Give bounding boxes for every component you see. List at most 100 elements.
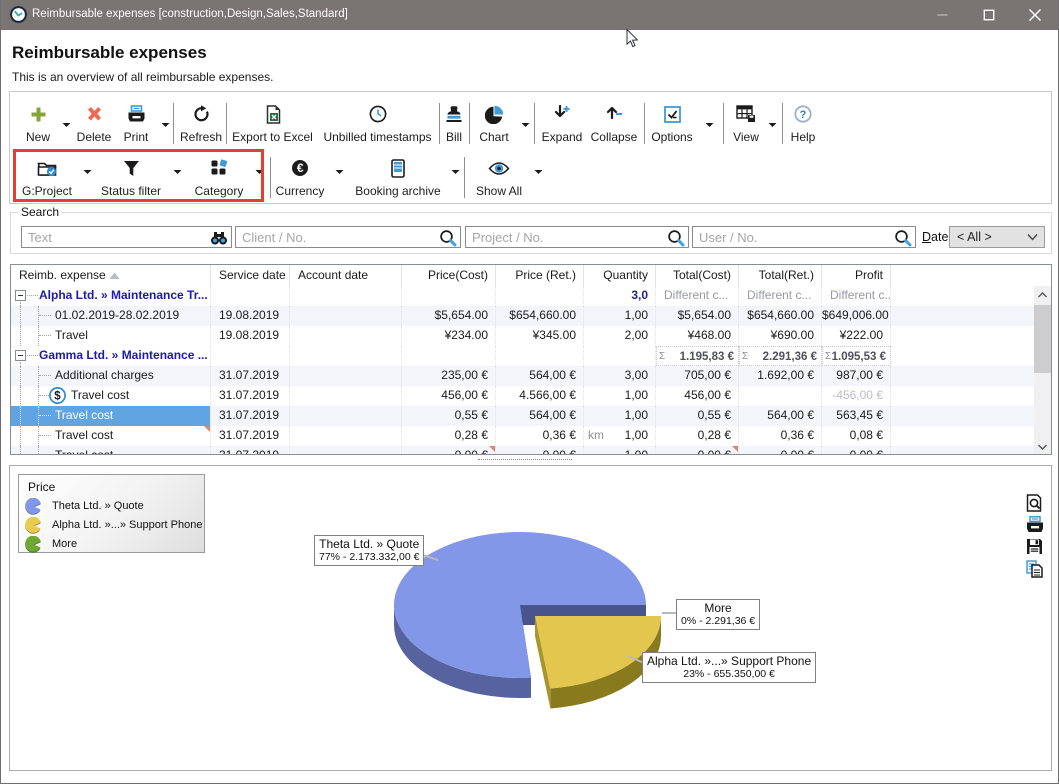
column-header-2[interactable]: Service date — [211, 265, 290, 286]
cell-name[interactable]: $Travel cost — [11, 386, 211, 406]
callout-title: Theta Ltd. » Quote — [319, 537, 419, 551]
client-search-input[interactable] — [242, 227, 436, 247]
view-button[interactable]: View — [727, 96, 765, 146]
cell-name[interactable]: Gamma Ltd. » Maintenance ... — [11, 346, 211, 366]
table-group-row[interactable]: Gamma Ltd. » Maintenance ...Σ1.195,83 €Σ… — [11, 346, 1035, 366]
cell-profit: 0,00 € — [822, 446, 891, 455]
user-search-input[interactable] — [699, 227, 891, 247]
cell-name[interactable]: Alpha Ltd. » Maintenance Tr... — [11, 286, 211, 306]
gproject-dropdown-arrow[interactable] — [83, 169, 93, 179]
status-filter-dropdown-arrow[interactable] — [173, 169, 183, 179]
splitter-handle[interactable] — [478, 459, 572, 461]
callout-title: Alpha Ltd. »...» Support Phone — [647, 654, 811, 668]
print-dropdown-arrow[interactable] — [161, 122, 171, 132]
category-dropdown-arrow[interactable] — [255, 169, 265, 179]
show-all-button[interactable]: Show All — [472, 150, 526, 200]
scroll-down-arrow[interactable] — [1034, 438, 1051, 455]
column-header-3[interactable]: Account date — [290, 265, 402, 286]
column-header-7[interactable]: Total(Cost) — [656, 265, 739, 286]
table-row[interactable]: $Travel cost31.07.2019456,00 €4.566,00 €… — [11, 386, 1035, 406]
minimize-button[interactable] — [920, 0, 966, 30]
project-search-input[interactable] — [472, 227, 664, 247]
text-search-input[interactable] — [28, 227, 207, 247]
cell-value: 0,00 € — [850, 448, 883, 455]
cell-filler — [891, 406, 1035, 426]
cell-value: 3,00 — [625, 368, 648, 382]
tree-line — [27, 295, 38, 296]
booking-archive-button[interactable]: Booking archive — [352, 150, 444, 200]
chart-button[interactable]: Chart — [472, 96, 516, 146]
user-search-field[interactable] — [692, 226, 916, 248]
close-button[interactable] — [1012, 0, 1058, 30]
project-search-field[interactable] — [465, 226, 689, 248]
client-search-field[interactable] — [235, 226, 461, 248]
expand-button[interactable]: Expand — [538, 96, 586, 146]
bill-button[interactable]: Bill — [442, 96, 466, 146]
currency-dropdown-arrow[interactable] — [335, 169, 345, 179]
new-dropdown-arrow[interactable] — [62, 122, 72, 132]
gproject-filter-button[interactable]: G:Project — [19, 150, 75, 200]
column-header-4[interactable]: Price(Cost) — [402, 265, 496, 286]
tree-collapse-expander[interactable] — [15, 290, 26, 301]
date-select[interactable]: < All > — [949, 226, 1045, 248]
print-chart-button[interactable] — [1026, 516, 1044, 533]
tree-collapse-expander[interactable] — [15, 350, 26, 361]
new-button[interactable]: New — [16, 96, 60, 146]
column-header-6[interactable]: Quantity — [584, 265, 656, 286]
cell-total_cost: Different c... — [656, 286, 739, 306]
svg-text:$: $ — [54, 391, 61, 403]
scroll-up-arrow[interactable] — [1034, 286, 1051, 303]
cell-value: 31.07.2019 — [219, 408, 279, 422]
table-row[interactable]: Travel cost31.07.20190,28 €0,36 €km1,000… — [11, 426, 1035, 446]
callout-value: 23% - 655.350,00 € — [647, 668, 811, 680]
text-search-field[interactable] — [21, 226, 232, 248]
cell-name[interactable]: 01.02.2019-28.02.2019 — [11, 306, 211, 326]
table-row[interactable]: Additional charges31.07.2019235,00 €564,… — [11, 366, 1035, 386]
options-dropdown-arrow[interactable] — [705, 122, 715, 132]
export-to-excel-button[interactable]: Export to Excel — [230, 96, 315, 146]
maximize-button[interactable] — [966, 0, 1012, 30]
column-header-1[interactable]: Reimb. expense — [11, 265, 211, 286]
vertical-scrollbar[interactable] — [1034, 286, 1051, 455]
table-row[interactable]: 01.02.2019-28.02.201919.08.2019$5,654.00… — [11, 306, 1035, 326]
clock-icon — [320, 103, 435, 125]
column-header-9[interactable]: Profit — [822, 265, 891, 286]
scrollbar-thumb[interactable] — [1034, 305, 1051, 373]
cell-name[interactable]: Travel cost — [11, 426, 211, 446]
table-group-row[interactable]: Alpha Ltd. » Maintenance Tr...3,0Differe… — [11, 286, 1035, 306]
column-header-8[interactable]: Total(Ret.) — [739, 265, 822, 286]
cell-price_ret — [496, 346, 584, 366]
table-row[interactable]: Travel cost31.07.20190,00 €0,00 €1,000,0… — [11, 446, 1035, 455]
cell-name[interactable]: Travel — [11, 326, 211, 346]
status-filter-button[interactable]: Status filter — [99, 150, 163, 200]
print-preview-button[interactable] — [1026, 494, 1044, 511]
category-filter-button[interactable]: Category — [190, 150, 248, 200]
view-dropdown-arrow[interactable] — [768, 122, 778, 132]
delete-button[interactable]: Delete — [74, 96, 114, 146]
table-view-icon — [727, 103, 765, 125]
save-chart-button[interactable] — [1026, 538, 1044, 555]
cell-profit: ¥222.00 — [822, 326, 891, 346]
table-row[interactable]: Travel cost31.07.20190,55 €564,00 €1,000… — [11, 406, 1035, 426]
booking-archive-dropdown-arrow[interactable] — [451, 169, 461, 179]
show-all-dropdown-arrow[interactable] — [534, 169, 544, 179]
table-row[interactable]: Travel19.08.2019¥234.00¥345.002,00¥468.0… — [11, 326, 1035, 346]
cell-name[interactable]: Travel cost — [11, 446, 211, 455]
copy-chart-button[interactable] — [1026, 560, 1044, 577]
group-name: Gamma Ltd. » Maintenance ... — [39, 346, 208, 365]
refresh-button[interactable]: Refresh — [178, 96, 224, 146]
cell-name[interactable]: Additional charges — [11, 366, 211, 386]
options-button[interactable]: Options — [650, 96, 694, 146]
cell-name[interactable]: Travel cost — [11, 406, 211, 426]
unbilled-timestamps-button[interactable]: Unbilled timestamps — [320, 96, 435, 146]
page-subtitle: This is an overview of all reimbursable … — [12, 70, 273, 84]
currency-button[interactable]: € Currency — [274, 150, 326, 200]
collapse-button[interactable]: Collapse — [587, 96, 641, 146]
cell-profit: $649,006.00 — [822, 306, 891, 326]
cell-price_ret: 564,00 € — [496, 406, 584, 426]
column-header-5[interactable]: Price (Ret.) — [496, 265, 584, 286]
print-button[interactable]: Print — [115, 96, 157, 146]
chart-dropdown-arrow[interactable] — [521, 122, 531, 132]
title-bar[interactable]: Reimbursable expenses [construction,Desi… — [1, 0, 1058, 30]
help-button[interactable]: ? Help — [786, 96, 820, 146]
